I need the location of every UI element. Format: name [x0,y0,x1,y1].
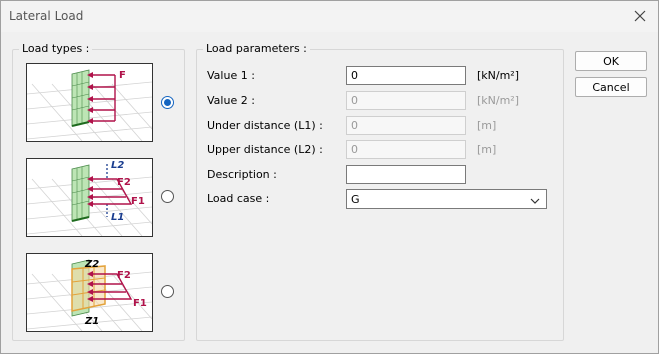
load-case-label: Load case : [207,192,270,205]
l2-label: L2 [111,160,124,171]
upper-distance-unit: [m] [477,143,497,156]
z1-label: Z1 [84,316,99,327]
upper-distance-field[interactable]: 0 [346,140,466,159]
value1-unit: [kN/m²] [477,69,520,82]
load-case-value: G [351,193,360,206]
ok-button[interactable]: OK [575,51,647,71]
description-label: Description : [207,168,277,181]
f2-label: F2 [117,177,131,188]
upper-distance-label: Upper distance (L2) : [207,143,323,156]
value2-unit: [kN/m²] [477,94,520,107]
load-types-legend: Load types : [19,42,93,55]
load-type-levels-radio[interactable] [161,285,174,298]
under-distance-label: Under distance (L1) : [207,119,323,132]
value2-label: Value 2 : [207,94,255,107]
under-distance-unit: [m] [477,119,497,132]
cancel-button[interactable]: Cancel [575,77,647,97]
l1-label: L1 [111,212,124,223]
title-bar: Lateral Load [1,1,658,32]
description-field[interactable] [346,165,466,184]
force-f-label: F [119,70,126,81]
chevron-down-icon [530,195,540,208]
value1-label: Value 1 : [207,69,255,82]
load-type-distance-radio[interactable] [161,190,174,203]
under-distance-field[interactable]: 0 [346,116,466,135]
load-parameters-legend: Load parameters : [203,42,310,55]
f1-label: F1 [131,196,145,207]
close-icon[interactable] [630,6,650,26]
load-type-levels-image[interactable]: Z2 F2 F1 Z1 [26,253,153,332]
window-title: Lateral Load [9,9,84,23]
load-type-distance-image[interactable]: L2 F2 F1 L1 [26,158,153,237]
load-type-uniform-image[interactable]: F [26,63,153,142]
value2-field[interactable]: 0 [346,91,466,110]
lateral-load-dialog: Lateral Load Load types : F L2 F2 F1 L1 … [0,0,659,354]
load-type-uniform-radio[interactable] [161,96,174,109]
value1-field[interactable]: 0 [346,66,466,85]
f2-label-3: F2 [117,270,131,281]
load-case-select[interactable]: G [346,189,547,209]
z2-label: Z2 [84,259,99,270]
f1-label-3: F1 [133,298,147,309]
